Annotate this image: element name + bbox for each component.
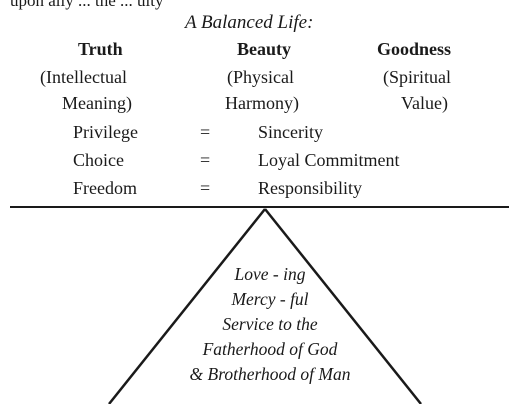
- fulcrum-text: Love - ing Mercy - ful Service to the Fa…: [160, 262, 380, 387]
- fulcrum-line-4: Fatherhood of God: [202, 339, 338, 359]
- fulcrum-line-3: Service to the: [222, 314, 318, 334]
- fulcrum-line-1: Love - ing: [234, 264, 306, 284]
- fulcrum-line-5: & Brotherhood of Man: [189, 364, 351, 384]
- fulcrum-line-2: Mercy - ful: [231, 289, 309, 309]
